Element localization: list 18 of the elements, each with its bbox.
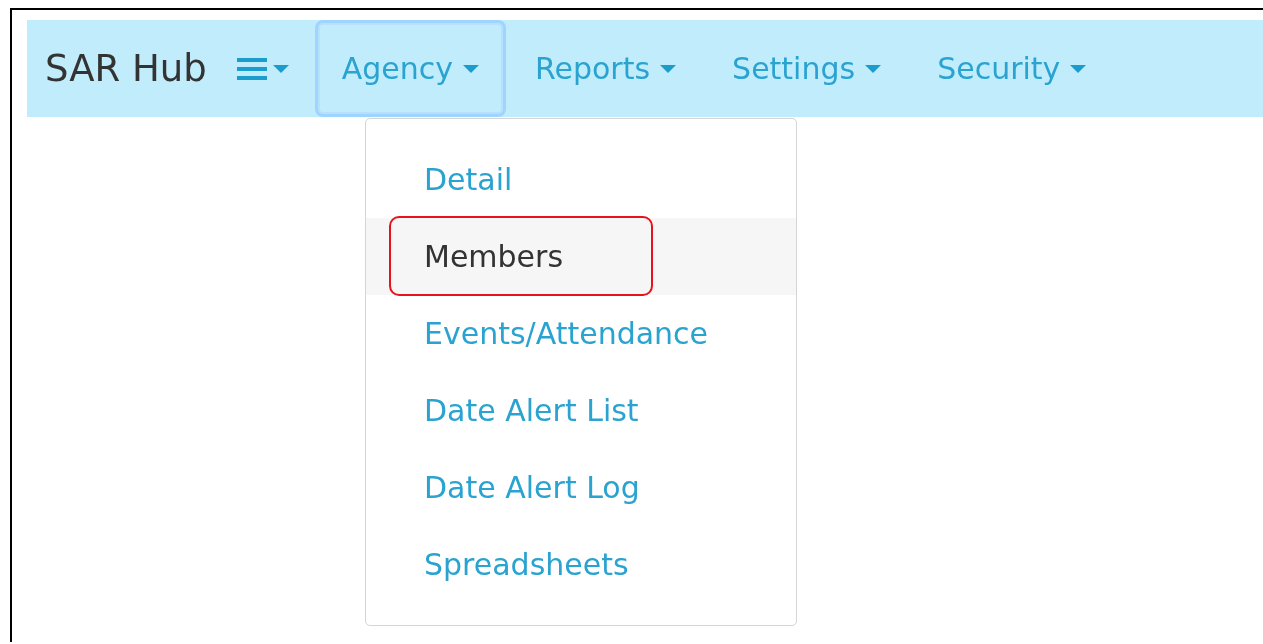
caret-icon	[463, 64, 479, 73]
menu-item[interactable]: Detail	[366, 141, 796, 218]
menu-item[interactable]: Spreadsheets	[366, 526, 796, 603]
menu-toggle[interactable]	[236, 56, 289, 81]
nav-menu[interactable]: Security	[910, 20, 1114, 117]
caret-icon	[1070, 64, 1087, 73]
caret-icon	[660, 64, 677, 73]
menu-item[interactable]: Events/Attendance	[366, 295, 796, 372]
brand-title[interactable]: SAR Hub	[45, 47, 207, 90]
menu-item[interactable]: Members	[366, 218, 796, 295]
menu-icon	[236, 56, 267, 81]
caret-icon	[865, 64, 882, 73]
nav-menu[interactable]: Settings	[705, 20, 909, 117]
nav-menu[interactable]: Agency	[314, 20, 506, 117]
nav-menu[interactable]: Reports	[508, 20, 704, 117]
menu-item[interactable]: Date Alert Log	[366, 449, 796, 526]
caret-icon	[272, 64, 289, 73]
menu-item[interactable]: Date Alert List	[366, 372, 796, 449]
